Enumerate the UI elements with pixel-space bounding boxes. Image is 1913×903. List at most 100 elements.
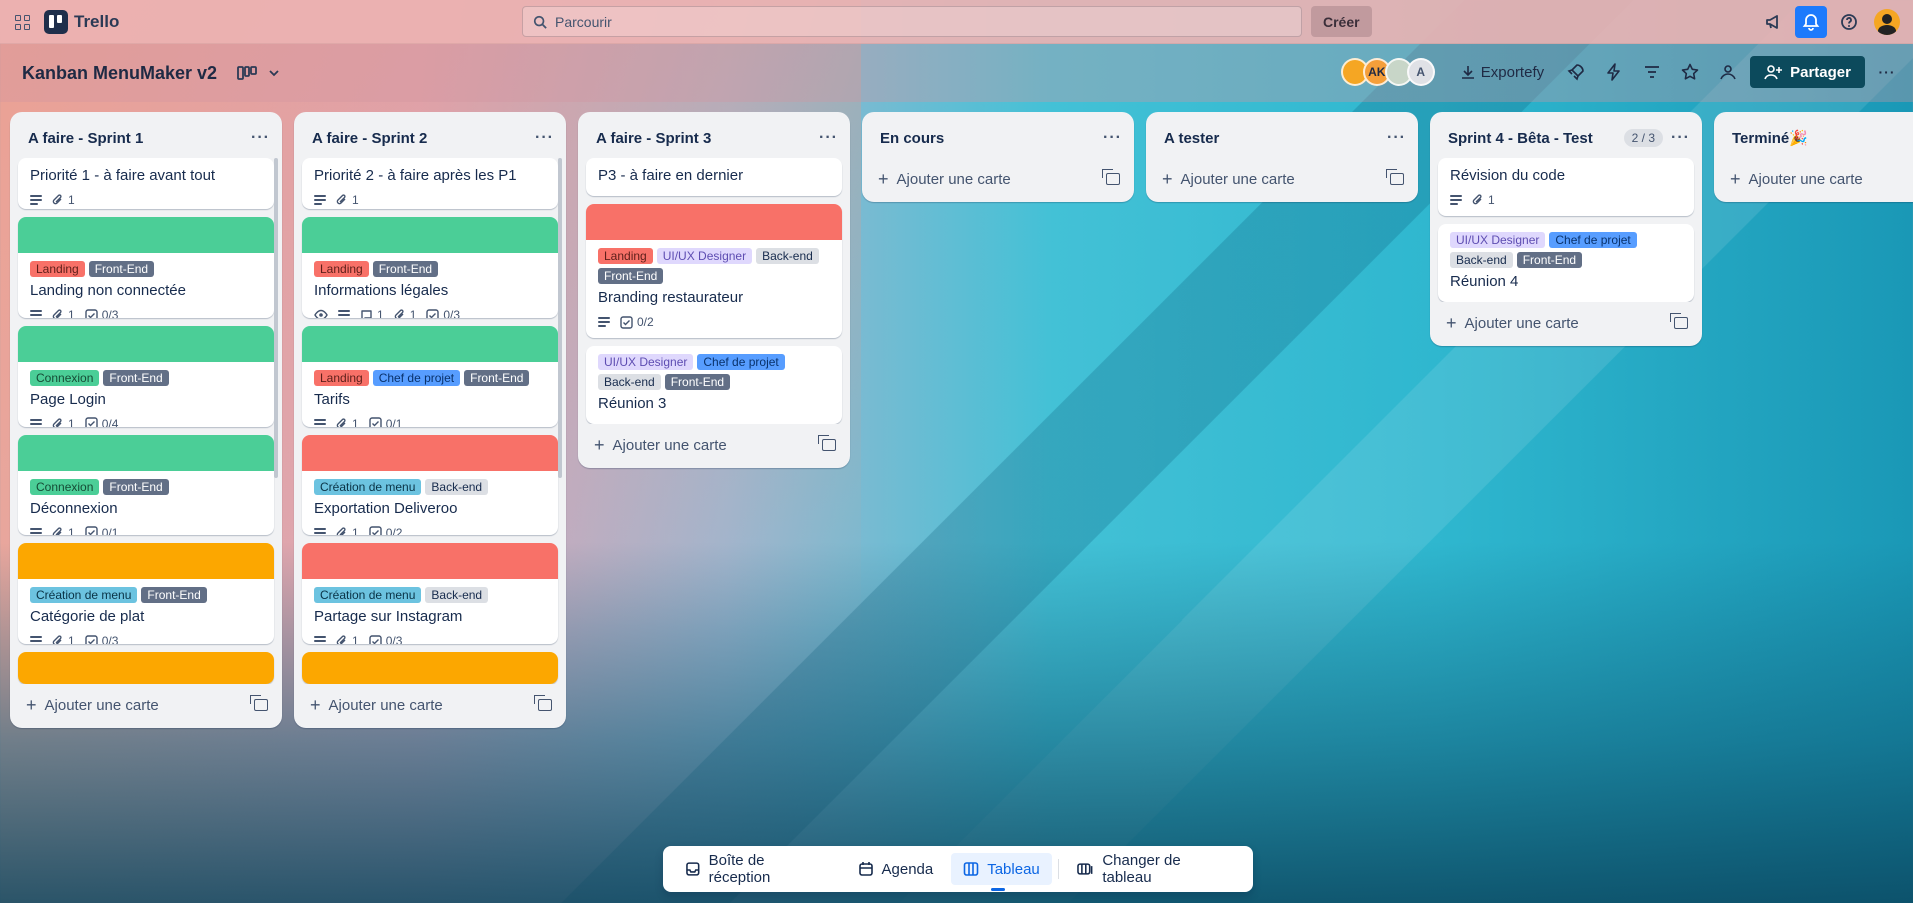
list-header[interactable]: Terminé🎉 ··· (1714, 120, 1913, 158)
list-scrollbar[interactable] (558, 158, 562, 478)
board-tab[interactable]: Tableau (951, 853, 1052, 891)
list-title[interactable]: A faire - Sprint 1 (28, 130, 143, 147)
switch-board-tab[interactable]: Changer de tableau (1065, 852, 1243, 886)
card-label[interactable]: Front-End (664, 374, 731, 390)
list-title[interactable]: A faire - Sprint 3 (596, 130, 711, 147)
card-label[interactable]: Back-end (425, 587, 489, 604)
card-label[interactable]: Front-End (141, 587, 207, 604)
power-ups-rocket-icon[interactable] (1560, 56, 1592, 88)
card-label[interactable]: Back-end (598, 374, 661, 390)
list-menu-more-icon[interactable]: ··· (251, 129, 270, 147)
board-view-switcher[interactable] (237, 65, 281, 81)
board-title[interactable]: Kanban MenuMaker v2 (22, 63, 217, 84)
add-card-button[interactable]: + Ajouter une carte (594, 436, 727, 454)
card-label[interactable]: Landing (598, 248, 653, 264)
list-scrollbar[interactable] (274, 158, 278, 478)
card[interactable]: Connexion Front-End Page Login 1 0/4 (18, 325, 274, 427)
list-menu-more-icon[interactable]: ··· (819, 129, 838, 147)
list-menu-more-icon[interactable]: ··· (1103, 129, 1122, 147)
share-button[interactable]: Partager (1750, 56, 1865, 88)
card[interactable]: Priorité 2 - à faire après les P1 1 (302, 158, 558, 210)
board-menu-more-icon[interactable]: ··· (1871, 56, 1903, 88)
card-label[interactable]: Création de menu (314, 587, 422, 604)
card[interactable]: Priorité 1 - à faire avant tout 1 (18, 158, 274, 210)
card-template-icon[interactable] (1102, 169, 1120, 185)
card[interactable] (18, 652, 274, 684)
automation-lightning-icon[interactable] (1598, 56, 1630, 88)
notification-bell-icon[interactable] (1795, 6, 1827, 38)
list-header[interactable]: A faire - Sprint 1 ··· (10, 120, 282, 158)
export-button[interactable]: Exportefy (1451, 56, 1554, 88)
card[interactable]: Création de menu Back-end Exportation Deli… (302, 434, 558, 536)
card[interactable] (302, 652, 558, 684)
list-title[interactable]: Terminé🎉 (1732, 129, 1808, 147)
card-template-icon[interactable] (534, 695, 552, 711)
card[interactable]: Landing Front-End Landing non connectée 1 0/… (18, 217, 274, 318)
card[interactable]: Landing Chef de projet Front-End Tarifs 1 0/1 (302, 325, 558, 427)
card[interactable]: Connexion Front-End Déconnexion 1 0/1 (18, 434, 274, 536)
list-column[interactable]: A faire - Sprint 3 ··· P3 - à faire en d… (578, 112, 850, 468)
member-avatar[interactable]: A (1406, 58, 1435, 86)
list-header[interactable]: Sprint 4 - Bêta - Test 2 / 3 ··· (1430, 120, 1702, 158)
add-card-button[interactable]: + Ajouter une carte (878, 170, 1011, 188)
card[interactable]: Création de menu Back-end Partage sur Inst… (302, 543, 558, 645)
list-column[interactable]: Sprint 4 - Bêta - Test 2 / 3 ··· Révisio… (1430, 112, 1702, 346)
list-header[interactable]: En cours ··· (862, 120, 1134, 158)
card-label[interactable]: UI/UX Designer (1450, 232, 1546, 248)
account-avatar[interactable] (1871, 6, 1903, 38)
list-header[interactable]: A faire - Sprint 3 ··· (578, 120, 850, 158)
list-header[interactable]: A faire - Sprint 2 ··· (294, 120, 566, 158)
card-label[interactable]: Front-End (103, 478, 169, 495)
help-icon[interactable] (1833, 6, 1865, 38)
board-members[interactable]: AK A (1340, 58, 1435, 86)
app-switcher-icon[interactable] (12, 12, 32, 32)
card-label[interactable]: UI/UX Designer (656, 248, 753, 264)
card-label[interactable]: Connexion (30, 478, 100, 495)
filter-icon[interactable] (1636, 56, 1668, 88)
card-template-icon[interactable] (1386, 169, 1404, 185)
card-label[interactable]: Création de menu (30, 587, 138, 604)
card-label[interactable]: Back-end (1450, 252, 1513, 268)
inbox-tab[interactable]: Boîte de réception (673, 852, 840, 886)
card-template-icon[interactable] (1670, 313, 1688, 329)
card-label[interactable]: Front-End (598, 268, 664, 284)
star-icon[interactable] (1674, 56, 1706, 88)
card-label[interactable]: Back-end (425, 478, 489, 495)
card-label[interactable]: UI/UX Designer (598, 354, 694, 370)
card[interactable]: Landing UI/UX Designer Back-end Front-End Br… (586, 204, 842, 338)
card-label[interactable]: Landing (30, 261, 85, 278)
card[interactable]: P3 - à faire en dernier (586, 158, 842, 196)
create-button[interactable]: Créer (1311, 6, 1372, 37)
card-label[interactable]: Front-End (464, 369, 530, 386)
add-card-button[interactable]: + Ajouter une carte (1162, 170, 1295, 188)
add-card-button[interactable]: + Ajouter une carte (1446, 314, 1579, 332)
card[interactable]: Révision du code 1 (1438, 158, 1694, 216)
list-column[interactable]: A faire - Sprint 2 ··· Priorité 2 - à fa… (294, 112, 566, 728)
list-header[interactable]: A tester ··· (1146, 120, 1418, 158)
card-label[interactable]: Création de menu (314, 478, 422, 495)
agenda-tab[interactable]: Agenda (846, 853, 946, 885)
list-column[interactable]: A faire - Sprint 1 ··· Priorité 1 - à fa… (10, 112, 282, 728)
megaphone-icon[interactable] (1757, 6, 1789, 38)
list-title[interactable]: En cours (880, 130, 944, 147)
card-template-icon[interactable] (250, 695, 268, 711)
card-label[interactable]: Front-End (103, 369, 169, 386)
trello-logo[interactable]: Trello (44, 9, 119, 34)
search-box[interactable] (522, 6, 1302, 37)
list-title[interactable]: A faire - Sprint 2 (312, 130, 427, 147)
list-title[interactable]: A tester (1164, 130, 1219, 147)
list-column[interactable]: Terminé🎉 ··· + Ajouter une carte (1714, 112, 1913, 202)
add-card-button[interactable]: + Ajouter une carte (26, 696, 159, 714)
card[interactable]: Landing Front-End Informations légales 1 1 0/… (302, 217, 558, 318)
visibility-team-icon[interactable] (1712, 56, 1744, 88)
card-label[interactable]: Back-end (756, 248, 819, 264)
card[interactable]: UI/UX Designer Chef de projet Back-end Fron… (586, 346, 842, 424)
card-label[interactable]: Front-End (1516, 252, 1583, 268)
list-menu-more-icon[interactable]: ··· (1671, 129, 1690, 147)
card-label[interactable]: Chef de projet (372, 369, 461, 386)
add-card-button[interactable]: + Ajouter une carte (310, 696, 443, 714)
add-card-button[interactable]: + Ajouter une carte (1730, 170, 1863, 188)
list-title[interactable]: Sprint 4 - Bêta - Test (1448, 130, 1593, 147)
search-input[interactable] (555, 13, 1255, 30)
card-label[interactable]: Front-End (88, 261, 155, 278)
